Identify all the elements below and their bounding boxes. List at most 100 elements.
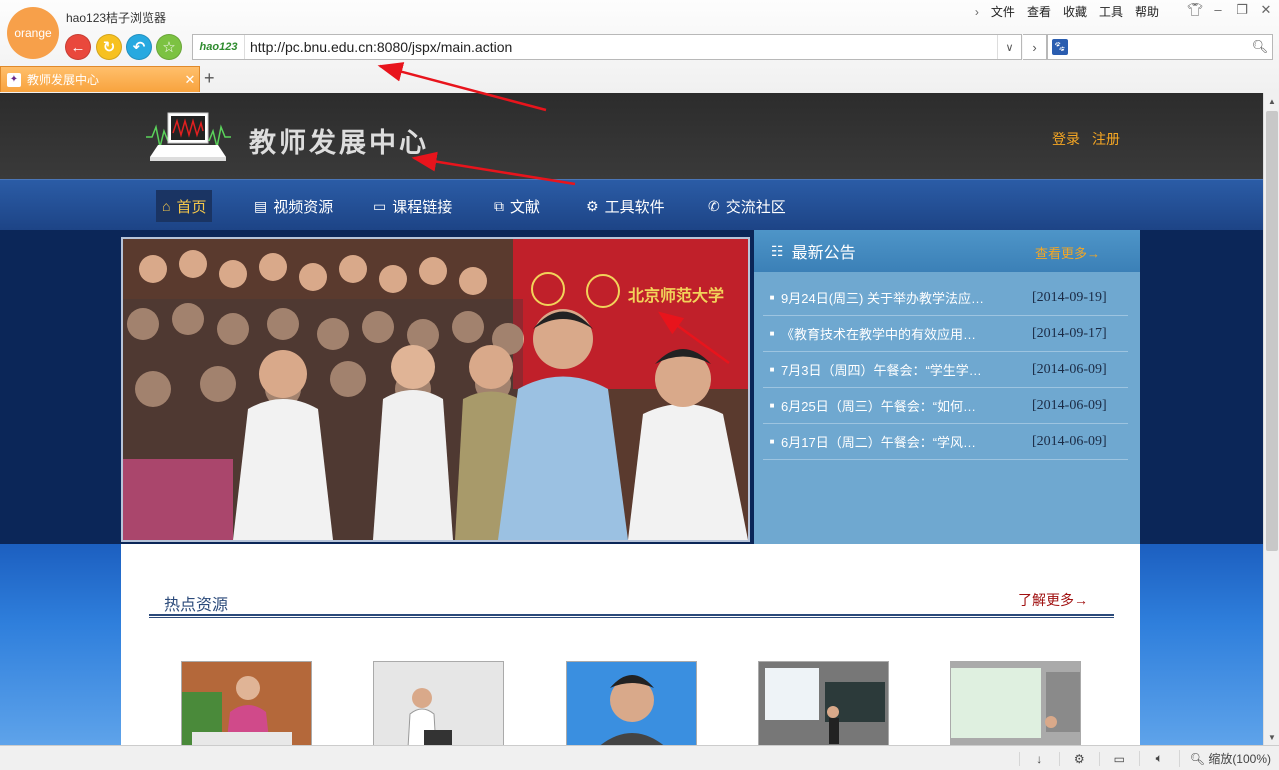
search-input[interactable] xyxy=(1072,36,1248,58)
lower-section: 热点资源 了解更多→ xyxy=(0,544,1263,745)
undo-icon: ↶ xyxy=(132,39,146,56)
nav-community[interactable]: ✆ 交流社区 xyxy=(702,190,792,222)
notice-date: [2014-06-09] xyxy=(1032,361,1107,377)
tab-close-icon[interactable]: ✕ xyxy=(181,72,199,88)
menu-file[interactable]: 文件 xyxy=(991,3,1015,20)
site-nav: ⌂ 首页 ▤ 视频资源 ▭ 课程链接 ⧉ 文献 ⚙ 工具软件 ✆ 交流社区 xyxy=(0,179,1263,230)
refresh-icon: ↻ xyxy=(102,39,116,56)
scroll-thumb[interactable] xyxy=(1266,111,1278,551)
chevron-down-icon[interactable]: ∨ xyxy=(997,35,1021,59)
nav-tools[interactable]: ⚙ 工具软件 xyxy=(580,190,671,222)
notice-text[interactable]: 7月3日（周四）午餐会：“学生学… xyxy=(781,360,1032,379)
resource-thumbnail[interactable] xyxy=(758,661,889,745)
hot-resources: 热点资源 了解更多→ xyxy=(121,544,1140,745)
register-link[interactable]: 注册 xyxy=(1092,129,1120,149)
resource-thumbnail[interactable] xyxy=(181,661,312,745)
site-header: 教师发展中心 登录 注册 xyxy=(0,93,1263,179)
arrow-left-icon: ← xyxy=(70,38,86,56)
site-favicon-icon: ✦ xyxy=(7,72,21,87)
scroll-up-icon[interactable]: ▲ xyxy=(1264,93,1279,109)
zoom-label: 缩放(100%) xyxy=(1208,752,1271,766)
search-icon[interactable]: 🔍︎ xyxy=(1248,39,1272,55)
vertical-scrollbar[interactable]: ▲ ▼ xyxy=(1263,93,1279,745)
hot-more-link[interactable]: 了解更多→ xyxy=(1018,590,1088,610)
notice-text[interactable]: 《教育技术在教学中的有效应用… xyxy=(781,324,1032,343)
notice-item[interactable]: ■ 9月24日(周三) 关于举办教学法应… [2014-09-19] xyxy=(763,280,1128,316)
go-button[interactable]: › xyxy=(1023,34,1047,60)
menu-expand-icon[interactable]: › xyxy=(975,5,979,19)
refresh-button[interactable]: ↻ xyxy=(96,34,122,60)
menu-view[interactable]: 查看 xyxy=(1027,3,1051,20)
notice-item[interactable]: ■ 6月17日（周二）午餐会：“学风… [2014-06-09] xyxy=(763,424,1128,460)
nav-video[interactable]: ▤ 视频资源 xyxy=(248,190,339,222)
document-icon: ⧉ xyxy=(494,197,504,214)
hot-resources-title: 热点资源 xyxy=(164,597,229,614)
tab-active[interactable]: ✦ 教师发展中心 ✕ xyxy=(0,66,200,92)
restore-icon[interactable]: ❐ xyxy=(1235,2,1249,18)
resource-thumbnail[interactable] xyxy=(950,661,1081,745)
screen-icon[interactable]: ▭ xyxy=(1098,751,1139,766)
resource-thumbnail[interactable] xyxy=(566,661,697,745)
notice-date: [2014-06-09] xyxy=(1032,433,1107,449)
menu-tools[interactable]: 工具 xyxy=(1099,3,1123,20)
resource-thumbnail[interactable] xyxy=(373,661,504,745)
search-bar: 🐾︎ 🔍︎ xyxy=(1047,34,1273,60)
lecture-photo xyxy=(182,662,311,745)
notice-more-label: 查看更多 xyxy=(1034,246,1087,261)
menu-favorites[interactable]: 收藏 xyxy=(1063,3,1087,20)
new-tab-button[interactable]: + xyxy=(204,68,215,89)
notice-text[interactable]: 6月25日（周三）午餐会：“如何… xyxy=(781,396,1032,415)
minimize-icon[interactable]: – xyxy=(1211,2,1225,18)
bullet-icon: ■ xyxy=(769,365,775,374)
hot-more-label: 了解更多 xyxy=(1018,592,1074,608)
nav-home[interactable]: ⌂ 首页 xyxy=(156,190,213,222)
notice-item[interactable]: ■ 7月3日（周四）午餐会：“学生学… [2014-06-09] xyxy=(763,352,1128,388)
address-logo[interactable]: hao123 xyxy=(193,35,245,59)
app-title: hao123桔子浏览器 xyxy=(66,11,167,25)
settings-icon[interactable]: ⚙ xyxy=(1058,751,1099,766)
browser-logo-text: orange xyxy=(14,26,52,40)
notice-panel: ☷ 最新公告 查看更多→ ■ 9月24日(周三) 关于举办教学法应… [2014… xyxy=(754,230,1140,544)
gear-icon: ⚙ xyxy=(586,197,599,214)
speaker-icon[interactable]: 🔈︎ xyxy=(1138,751,1179,766)
notice-item[interactable]: ■ 6月25日（周三）午餐会：“如何… [2014-06-09] xyxy=(763,388,1128,424)
page-viewport: 教师发展中心 登录 注册 ⌂ 首页 ▤ 视频资源 ▭ 课程链接 ⧉ 文献 ⚙ 工… xyxy=(0,93,1263,745)
site-name: 教师发展中心 xyxy=(249,128,429,159)
favorite-button[interactable]: ☆ xyxy=(156,34,182,60)
login-link[interactable]: 登录 xyxy=(1052,129,1080,149)
undo-close-button[interactable]: ↶ xyxy=(126,34,152,60)
bullet-icon: ■ xyxy=(769,401,775,410)
url-input[interactable]: http://pc.bnu.edu.cn:8080/jspx/main.acti… xyxy=(245,39,997,55)
notice-date: [2014-09-17] xyxy=(1032,325,1107,341)
notice-date: [2014-06-09] xyxy=(1032,397,1107,413)
hero-photo[interactable]: 北京师范大学 xyxy=(121,237,750,542)
notice-more-link[interactable]: 查看更多→ xyxy=(1035,243,1100,262)
notice-text[interactable]: 6月17日（周二）午餐会：“学风… xyxy=(781,432,1032,451)
notice-item[interactable]: ■ 《教育技术在教学中的有效应用… [2014-09-17] xyxy=(763,316,1128,352)
nav-courses[interactable]: ▭ 课程链接 xyxy=(367,190,458,222)
notice-list: ■ 9月24日(周三) 关于举办教学法应… [2014-09-19] ■ 《教育… xyxy=(763,280,1128,460)
notice-title: 最新公告 xyxy=(791,245,856,262)
scroll-down-icon[interactable]: ▼ xyxy=(1264,729,1279,745)
skin-icon[interactable]: 👕︎ xyxy=(1187,2,1204,18)
back-button[interactable]: ← xyxy=(65,34,91,60)
search-engine-icon[interactable]: 🐾︎ xyxy=(1048,35,1072,59)
nav-community-label: 交流社区 xyxy=(725,198,786,216)
notice-text[interactable]: 9月24日(周三) 关于举办教学法应… xyxy=(781,288,1032,307)
monitor-icon: ▭ xyxy=(373,197,387,214)
phone-icon: ✆ xyxy=(708,197,720,214)
status-icons: ↓ ⚙ ▭ 🔈︎ 🔍︎ 缩放(100%) xyxy=(1018,750,1271,767)
nav-home-label: 首页 xyxy=(176,198,207,216)
menu-help[interactable]: 帮助 xyxy=(1135,3,1159,20)
nav-literature[interactable]: ⧉ 文献 xyxy=(488,190,546,222)
bullet-icon: ■ xyxy=(769,437,775,446)
download-icon[interactable]: ↓ xyxy=(1018,751,1059,766)
film-icon: ▤ xyxy=(254,197,268,214)
crowd-photo-illustration: 北京师范大学 xyxy=(123,239,748,540)
lecture-photo xyxy=(374,662,503,745)
home-icon: ⌂ xyxy=(162,198,171,214)
nav-courses-label: 课程链接 xyxy=(392,198,453,216)
browser-logo[interactable]: orange xyxy=(7,7,59,59)
close-icon[interactable]: ✕ xyxy=(1259,2,1273,18)
zoom-control[interactable]: 🔍︎ 缩放(100%) xyxy=(1178,750,1271,767)
